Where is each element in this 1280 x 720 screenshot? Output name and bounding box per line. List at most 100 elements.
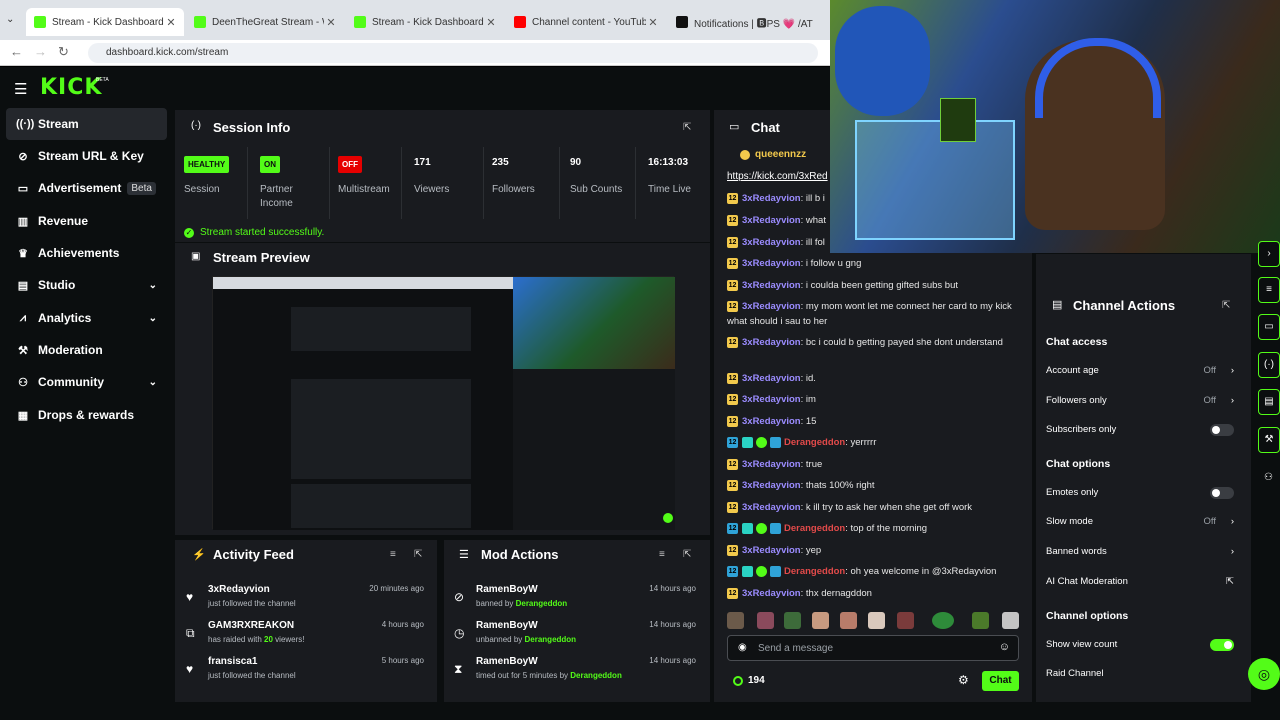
chat-input[interactable]: ◉ Send a message ☺ [727, 635, 1019, 661]
chevron-right-icon: › [1230, 395, 1234, 406]
emote[interactable] [840, 612, 857, 629]
sidebar-item-analytics[interactable]: ⩘ Analytics ⌄ [6, 302, 167, 334]
rail-wrench-icon[interactable]: ⚒ [1258, 427, 1280, 453]
emote[interactable] [784, 612, 801, 629]
moderator-name[interactable]: Derangeddon [570, 671, 622, 680]
help-chat-icon[interactable]: ◎ [1248, 658, 1280, 690]
sidebar-item-advertisement[interactable]: ▭ Advertisement Beta [6, 172, 167, 204]
reload-icon[interactable]: ↻ [58, 44, 69, 60]
address-bar[interactable]: dashboard.kick.com/stream [88, 43, 818, 63]
feed-username[interactable]: RamenBoyW [476, 620, 538, 631]
chat-username[interactable]: 3xRedayvion [742, 258, 801, 269]
kick-logo[interactable]: KICK [40, 75, 102, 100]
chat-text: : bc i could b getting payed she dont un… [800, 337, 1003, 348]
popout-icon[interactable]: ⇱ [1222, 300, 1230, 311]
sidebar-item-revenue[interactable]: ▥ Revenue [6, 205, 167, 237]
chat-text: : ill b i [800, 193, 825, 204]
emote[interactable] [897, 612, 914, 629]
sidebar-item-moderation[interactable]: ⚒ Moderation [6, 334, 167, 366]
emote[interactable] [972, 612, 989, 629]
close-icon[interactable]: ✕ [484, 16, 498, 29]
chat-username[interactable]: Derangeddon [784, 523, 845, 534]
sidebar-item-stream[interactable]: ((·)) Stream [6, 108, 167, 140]
rail-expand-icon[interactable]: › [1258, 241, 1280, 267]
feed-username[interactable]: fransisca1 [208, 656, 257, 667]
chat-username[interactable]: 3xRedayvion [742, 237, 801, 248]
chat-text: : thx dernagddon [800, 588, 872, 599]
subscribers-only-toggle[interactable] [1210, 424, 1234, 436]
banned-words-row[interactable]: Banned words › [1046, 542, 1236, 562]
ai-chat-moderation-row[interactable]: AI Chat Moderation ⇱ [1046, 572, 1236, 592]
chat-username[interactable]: 3xRedayvion [742, 215, 801, 226]
chat-username[interactable]: 3xRedayvion [742, 373, 801, 384]
chat-username[interactable]: Derangeddon [784, 566, 845, 577]
settings-gear-icon[interactable]: ⚙ [958, 673, 969, 687]
chat-username[interactable]: 3xRedayvion [742, 416, 801, 427]
sidebar-item-achievements[interactable]: ♛ Achievements [6, 237, 167, 269]
emote[interactable] [812, 612, 829, 629]
rail-clipboard-icon[interactable]: ▤ [1258, 389, 1280, 415]
chat-username[interactable]: 3xRedayvion [742, 502, 801, 513]
show-view-count-toggle[interactable] [1210, 639, 1234, 651]
browser-tab[interactable]: Channel content - YouTube Stu ✕ [506, 8, 666, 36]
stream-preview-video[interactable] [212, 276, 675, 530]
chat-username[interactable]: 3xRedayvion [742, 545, 801, 556]
popout-icon[interactable]: ⇱ [683, 549, 691, 560]
emotes-only-toggle[interactable] [1210, 487, 1234, 499]
close-icon[interactable]: ✕ [324, 16, 338, 29]
close-icon[interactable]: ✕ [164, 16, 178, 29]
chat-mode-icon[interactable]: ◉ [738, 642, 747, 653]
emote[interactable] [757, 612, 774, 629]
chat-username[interactable]: 3xRedayvion [742, 337, 801, 348]
close-icon[interactable]: ✕ [646, 16, 660, 29]
pinned-username[interactable]: queeennzz [755, 149, 806, 160]
sidebar-item-drops-rewards[interactable]: ▦ Drops & rewards [6, 399, 167, 431]
raid-channel-row[interactable]: Raid Channel [1046, 664, 1236, 684]
feed-username[interactable]: RamenBoyW [476, 584, 538, 595]
popout-icon[interactable]: ⇱ [414, 549, 422, 560]
chat-link[interactable]: https://kick.com/3xRed [727, 171, 828, 182]
popout-icon[interactable]: ⇱ [683, 122, 691, 133]
filter-icon[interactable]: ≡ [659, 549, 665, 560]
tab-list-chevron-icon[interactable]: ⌄ [6, 14, 14, 25]
emote[interactable] [932, 612, 954, 629]
chat-username[interactable]: 3xRedayvion [742, 588, 801, 599]
broadcast-icon: ((·)) [16, 118, 35, 130]
sidebar-item-stream-url-key[interactable]: ⊘ Stream URL & Key [6, 140, 167, 172]
forward-icon[interactable]: → [34, 44, 47, 59]
account-age-row[interactable]: Account age Off › [1046, 361, 1236, 381]
feed-username[interactable]: RamenBoyW [476, 656, 538, 667]
rail-community-icon[interactable]: ⚇ [1264, 472, 1273, 483]
back-icon[interactable]: ← [10, 44, 23, 59]
sidebar-item-community[interactable]: ⚇ Community ⌄ [6, 366, 167, 398]
sidebar-item-studio[interactable]: ▤ Studio ⌄ [6, 269, 167, 301]
rail-chat-icon[interactable]: ▭ [1258, 314, 1280, 340]
feed-username[interactable]: 3xRedayvion [208, 584, 270, 595]
feed-username[interactable]: GAM3RXREAKON [208, 620, 294, 631]
filter-icon[interactable]: ≡ [390, 549, 396, 560]
chat-username[interactable]: 3xRedayvion [742, 459, 801, 470]
rail-broadcast-icon[interactable]: (·) [1258, 352, 1280, 378]
emote[interactable] [1002, 612, 1019, 629]
emote[interactable] [868, 612, 885, 629]
chat-text: : oh yea welcome in @3xRedayvion [845, 566, 997, 577]
browser-tab[interactable]: Stream - Kick Dashboard ✕ [346, 8, 504, 36]
rail-list-icon[interactable]: ≡ [1258, 277, 1280, 303]
send-chat-button[interactable]: Chat [982, 671, 1019, 691]
browser-tab[interactable]: Stream - Kick Dashboard ✕ [26, 8, 184, 36]
followers-only-row[interactable]: Followers only Off › [1046, 391, 1236, 411]
chat-username[interactable]: 3xRedayvion [742, 301, 801, 312]
hamburger-menu-icon[interactable]: ☰ [14, 80, 27, 98]
chat-username[interactable]: 3xRedayvion [742, 280, 801, 291]
slow-mode-row[interactable]: Slow mode Off › [1046, 512, 1236, 532]
chat-username[interactable]: 3xRedayvion [742, 480, 801, 491]
moderator-name[interactable]: Derangeddon [525, 635, 577, 644]
chat-username[interactable]: Derangeddon [784, 437, 845, 448]
emote[interactable] [727, 612, 744, 629]
chat-username[interactable]: 3xRedayvion [742, 193, 801, 204]
browser-tab[interactable]: Notifications | 🅱PS 💗 /AT [668, 8, 828, 36]
moderator-name[interactable]: Derangeddon [516, 599, 568, 608]
emoji-icon[interactable]: ☺ [999, 641, 1010, 653]
chat-username[interactable]: 3xRedayvion [742, 394, 801, 405]
browser-tab[interactable]: DeenTheGreat Stream - Watch ✕ [186, 8, 344, 36]
